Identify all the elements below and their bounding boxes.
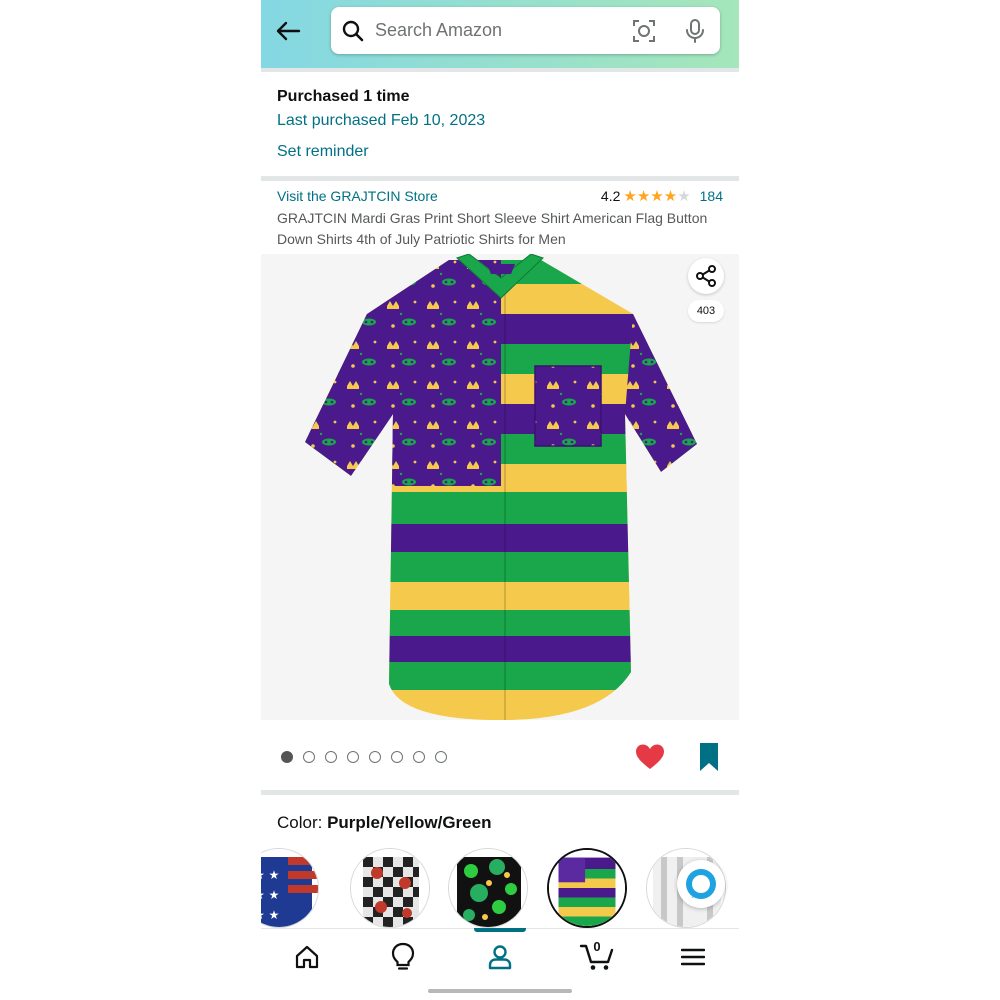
back-button[interactable] [271,14,305,48]
store-link[interactable]: Visit the GRAJTCIN Store [277,186,438,206]
color-value: Purple/Yellow/Green [327,813,492,832]
star-icon: ★ [663,187,678,205]
nav-menu[interactable] [663,929,723,985]
carousel-dot[interactable] [391,751,403,763]
user-icon [488,945,512,970]
product-title: GRAJTCIN Mardi Gras Print Short Sleeve S… [277,210,708,247]
checkered-shirt-thumbnail [351,849,429,927]
top-bar [261,0,739,68]
search-input[interactable] [375,7,625,54]
app-screen: Purchased 1 time Last purchased Feb 10, … [261,0,739,1000]
home-indicator-bar[interactable] [428,989,572,993]
alexa-icon [686,869,716,899]
carousel-dot[interactable] [369,751,381,763]
lightbulb-icon [391,942,415,970]
star-icon: ★ [623,187,637,205]
review-count: 184 [699,188,723,204]
set-reminder-link[interactable]: Set reminder [277,140,369,164]
nav-home[interactable] [277,929,337,985]
cart-count: 0 [593,939,601,954]
star-icon: ★ [677,187,691,205]
bookmark-icon[interactable] [697,742,721,772]
carousel-dot[interactable] [413,751,425,763]
camera-lens-icon[interactable] [631,18,657,44]
american-flag-shirt-thumbnail: ★ ★ ★ ★ ★ ★ [261,849,318,927]
color-selection: Color: Purple/Yellow/Green [277,812,491,834]
star-icon: ★ [636,187,651,205]
nav-inspire[interactable] [373,929,433,985]
swatch-mardi-gras[interactable] [547,848,627,928]
shirt-illustration [305,253,697,720]
rating-summary[interactable]: 4.2 ★ ★ ★ ★ ★ 184 [601,186,723,206]
search-icon [342,20,364,42]
bottom-navigation: 0 [261,928,739,984]
share-count: 403 [688,300,724,322]
section-divider [261,790,739,795]
carousel-dot[interactable] [281,751,293,763]
swatch-american-flag[interactable]: ★ ★ ★ ★ ★ ★ [261,848,319,928]
purchase-history: Purchased 1 time Last purchased Feb 10, … [277,86,717,164]
svg-text:★ ★: ★ ★ [261,888,279,902]
share-icon [696,265,716,287]
mardi-gras-shirt-thumbnail [549,850,625,926]
carousel-dot[interactable] [303,751,315,763]
star-icon: ★ [650,187,664,205]
last-purchased-link[interactable]: Last purchased Feb 10, 2023 [277,109,717,133]
purchased-count: Purchased 1 time [277,88,410,105]
image-carousel-dots [281,751,447,763]
menu-icon [681,948,705,966]
carousel-dot[interactable] [435,751,447,763]
header-divider [261,68,739,72]
shamrock-shirt-thumbnail [449,849,527,927]
swatch-shamrock[interactable] [448,848,528,928]
heart-icon[interactable] [635,743,665,771]
carousel-dot[interactable] [325,751,337,763]
share-button[interactable] [688,258,724,294]
back-arrow-icon [276,21,301,41]
svg-text:★ ★: ★ ★ [261,868,279,882]
swatch-checkered-roses[interactable] [350,848,430,928]
home-icon [295,945,319,969]
nav-cart[interactable]: 0 [567,929,627,985]
alexa-button[interactable] [677,860,725,908]
section-divider [261,176,739,181]
nav-account[interactable] [470,929,530,985]
color-label: Color: [277,813,328,832]
microphone-icon[interactable] [683,18,707,44]
rating-value: 4.2 [600,188,621,204]
carousel-dot[interactable] [347,751,359,763]
star-rating: ★ ★ ★ ★ ★ [623,189,690,204]
svg-text:★ ★: ★ ★ [261,908,279,922]
product-image[interactable] [261,253,739,720]
search-bar[interactable] [331,7,720,54]
